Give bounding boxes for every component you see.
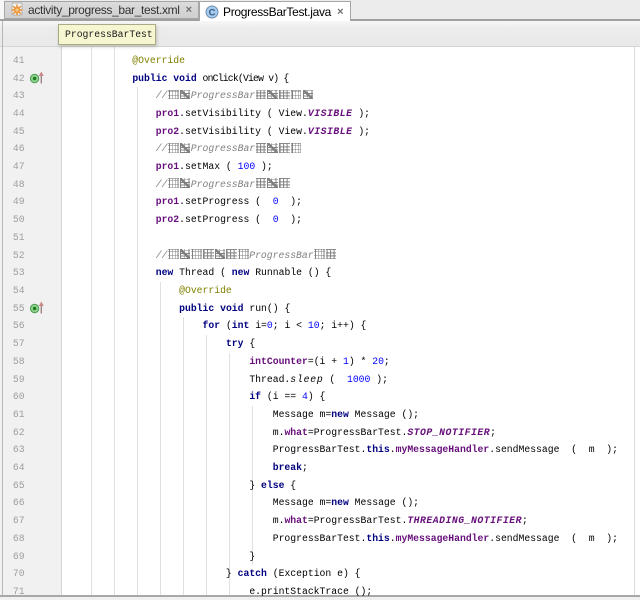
svg-text:C: C [209,7,216,18]
